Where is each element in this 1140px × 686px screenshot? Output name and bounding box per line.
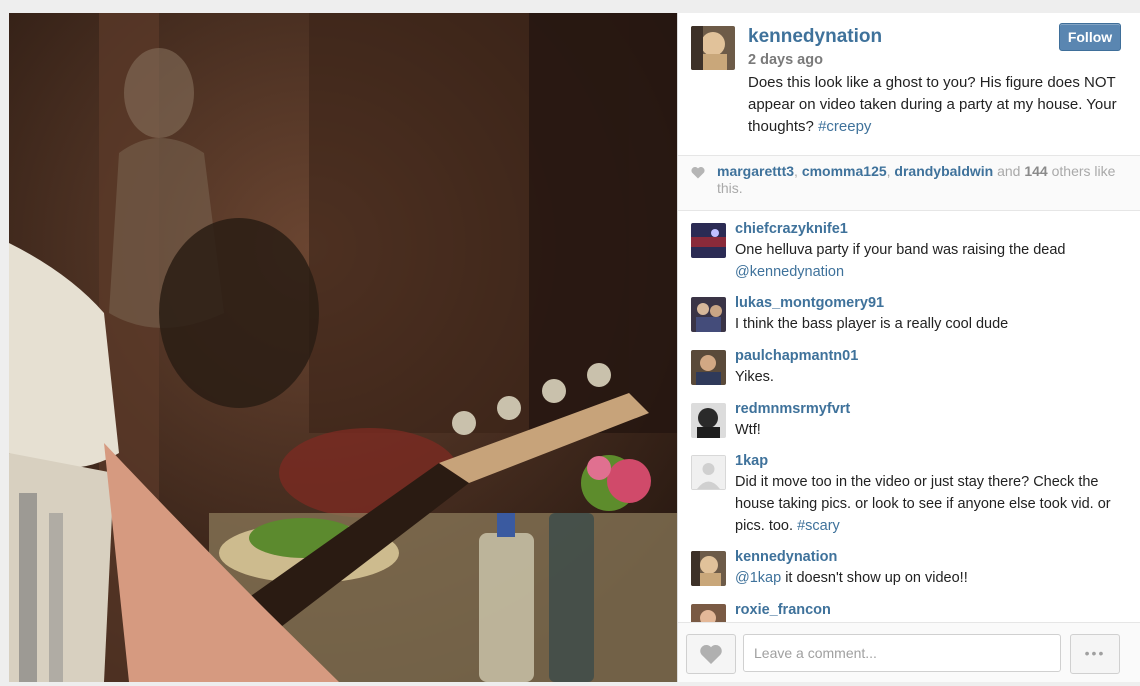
comment-mention[interactable]: @1kap bbox=[735, 570, 781, 586]
comment-username[interactable]: kennedynation bbox=[735, 549, 837, 565]
commenter-avatar[interactable] bbox=[691, 223, 726, 258]
comment-username[interactable]: 1kap bbox=[735, 453, 768, 469]
liker-link[interactable]: drandybaldwin bbox=[894, 163, 993, 179]
comment-username[interactable]: paulchapmantn01 bbox=[735, 348, 858, 364]
comment-text: Did it move too in the video or just sta… bbox=[735, 474, 1111, 534]
post-modal: kennedynation 2 days ago Does this look … bbox=[9, 13, 1140, 682]
like-button[interactable] bbox=[686, 634, 736, 674]
post-panel: kennedynation 2 days ago Does this look … bbox=[677, 13, 1140, 682]
owner-username[interactable]: kennedynation bbox=[748, 26, 882, 48]
caption-hashtag[interactable]: #creepy bbox=[818, 118, 871, 135]
owner-avatar[interactable] bbox=[691, 26, 735, 70]
commenter-avatar[interactable] bbox=[691, 297, 726, 332]
comment-text: @1kap it doesn't show up on video!! bbox=[735, 570, 968, 586]
post-header: kennedynation 2 days ago Does this look … bbox=[678, 13, 1140, 156]
comment-text: I think the bass player is a really cool… bbox=[735, 316, 1009, 332]
commenter-avatar[interactable] bbox=[691, 403, 726, 438]
follow-button[interactable]: Follow bbox=[1059, 23, 1121, 51]
comment-username[interactable]: chiefcrazyknife1 bbox=[735, 221, 848, 237]
post-caption: Does this look like a ghost to you? His … bbox=[748, 72, 1123, 138]
comments-list[interactable]: chiefcrazyknife1 One helluva party if yo… bbox=[678, 211, 1140, 622]
owner-avatar-image bbox=[691, 26, 735, 70]
comment-hashtag[interactable]: #scary bbox=[797, 518, 840, 534]
commenter-avatar[interactable] bbox=[691, 551, 726, 586]
more-options-icon: ••• bbox=[1084, 645, 1106, 661]
commenter-avatar[interactable] bbox=[691, 350, 726, 385]
comment-username[interactable]: lukas_montgomery91 bbox=[735, 295, 884, 311]
commenter-avatar[interactable] bbox=[691, 604, 726, 622]
liker-link[interactable]: margarettt3 bbox=[717, 163, 794, 179]
heart-icon bbox=[700, 644, 722, 664]
likes-count[interactable]: 144 bbox=[1024, 163, 1047, 179]
comment-footer: ••• bbox=[678, 622, 1140, 682]
caption-text: Does this look like a ghost to you? His … bbox=[748, 74, 1117, 135]
comment-text: One helluva party if your band was raisi… bbox=[735, 242, 1066, 280]
comment-text: Yikes. bbox=[735, 369, 774, 385]
more-options-button[interactable]: ••• bbox=[1070, 634, 1120, 674]
comment-text: Wtf! bbox=[735, 422, 761, 438]
comment-username[interactable]: roxie_francon bbox=[735, 602, 831, 618]
likes-summary: margarettt3, cmomma125, drandybaldwin an… bbox=[717, 163, 1116, 196]
comment-mention[interactable]: @kennedynation bbox=[735, 264, 844, 280]
commenter-avatar[interactable] bbox=[691, 455, 726, 490]
comment-input[interactable] bbox=[743, 634, 1061, 672]
photo-illustration bbox=[9, 13, 677, 682]
post-photo[interactable] bbox=[9, 13, 677, 682]
heart-icon bbox=[691, 166, 705, 184]
comment-username[interactable]: redmnmsrmyfvrt bbox=[735, 401, 850, 417]
post-time: 2 days ago bbox=[748, 52, 823, 68]
liker-link[interactable]: cmomma125 bbox=[802, 163, 887, 179]
